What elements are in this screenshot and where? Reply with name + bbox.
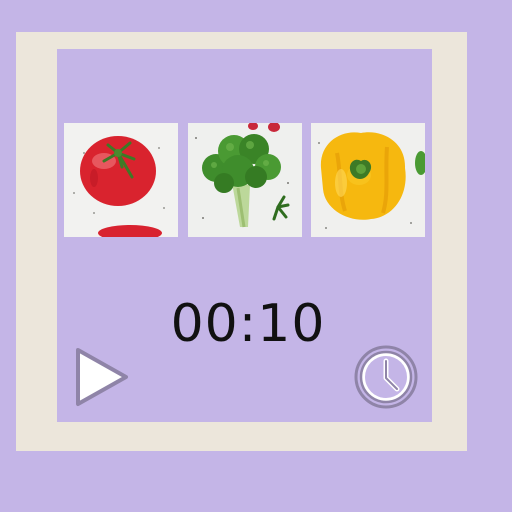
yellow-pepper-image (311, 123, 425, 237)
play-icon (76, 348, 128, 406)
clock-icon (354, 345, 418, 409)
tomato-tile[interactable] (64, 123, 178, 237)
vegetable-tiles (64, 123, 425, 237)
timer-display: 00:10 (170, 294, 326, 354)
broccoli-tile[interactable] (188, 123, 302, 237)
play-button[interactable] (74, 346, 130, 408)
tomato-image (64, 123, 178, 237)
game-screen: 00:10 (0, 0, 512, 512)
broccoli-image (188, 123, 302, 237)
clock-button[interactable] (353, 344, 419, 410)
pepper-tile[interactable] (311, 123, 425, 237)
